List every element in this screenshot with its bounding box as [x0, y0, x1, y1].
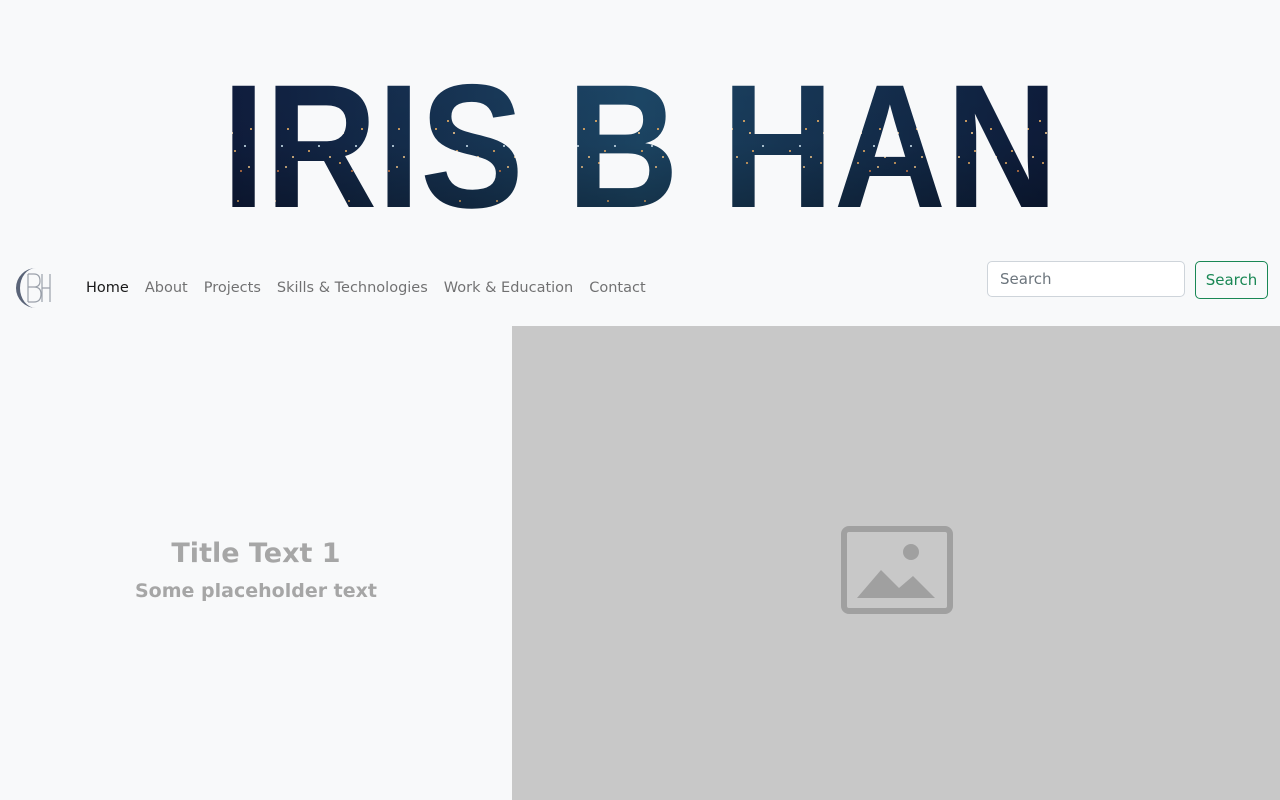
brand-logo[interactable] — [14, 264, 54, 312]
carousel-subtitle: Some placeholder text — [135, 580, 377, 602]
nav-item-projects[interactable]: Projects — [196, 277, 269, 299]
nav-item-skills-technologies[interactable]: Skills & Technologies — [269, 277, 436, 299]
nav-item-work-education[interactable]: Work & Education — [436, 277, 581, 299]
site-banner: IRIS B HAN — [0, 0, 1280, 250]
nav-item-home[interactable]: Home — [78, 277, 137, 299]
carousel-image-placeholder — [512, 326, 1280, 800]
navbar: Home About Projects Skills & Technologie… — [0, 250, 1280, 326]
nav-item-contact[interactable]: Contact — [581, 277, 653, 299]
search-button[interactable]: Search — [1195, 261, 1268, 299]
banner-title-graphic: IRIS B HAN — [221, 46, 1059, 220]
search-input[interactable] — [987, 261, 1185, 297]
image-placeholder-icon — [841, 526, 953, 614]
nav-links: Home About Projects Skills & Technologie… — [78, 277, 654, 299]
carousel-caption-panel: Title Text 1 Some placeholder text — [0, 326, 512, 800]
carousel-title: Title Text 1 — [171, 538, 341, 569]
bh-monogram-logo-icon — [16, 268, 51, 308]
nav-item-about[interactable]: About — [137, 277, 196, 299]
